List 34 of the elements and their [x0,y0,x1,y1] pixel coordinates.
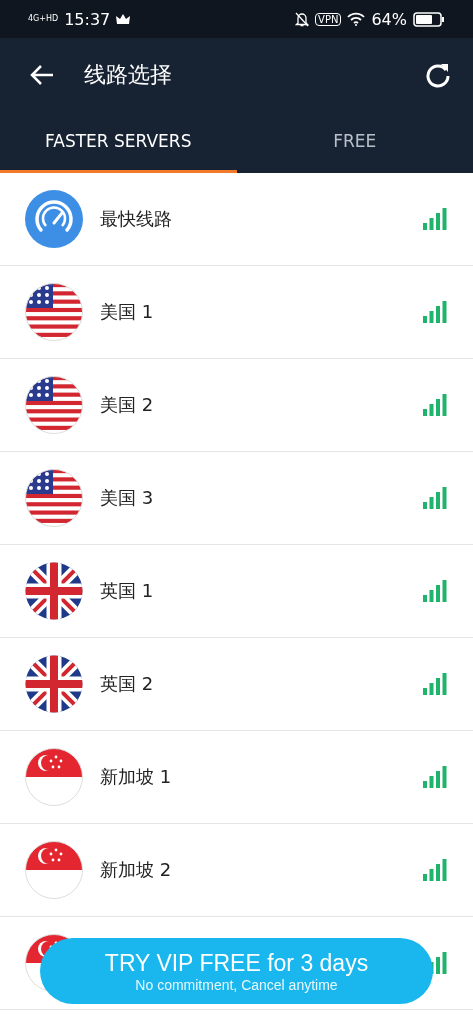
server-name: 美国 2 [100,393,155,417]
signal-bars-icon [423,580,447,602]
singapore-flag-icon [25,748,83,806]
signal-bars-icon [423,859,447,881]
server-name: 最快线路 [100,207,173,231]
server-name: 新加坡 1 [100,765,173,789]
singapore-flag-icon [25,841,83,899]
us-flag-icon [25,469,83,527]
signal-bars-icon [423,487,447,509]
signal-bars-icon [423,673,447,695]
refresh-icon[interactable] [425,62,451,88]
network-indicator: 4G+HD [28,15,59,23]
us-flag-icon [25,376,83,434]
signal-bars-icon [423,208,447,230]
battery-percent: 64% [371,9,407,29]
server-name: 美国 3 [100,486,155,510]
back-arrow-icon[interactable] [30,64,54,86]
us-flag-icon [25,283,83,341]
server-name: 英国 1 [100,579,155,603]
signal-bars-icon [423,766,447,788]
bell-off-icon [295,11,310,27]
server-name: 新加坡 2 [100,858,173,882]
server-name: 英国 2 [100,672,155,696]
vpn-indicator: VPN [315,12,342,26]
page-title: 线路选择 [84,61,173,89]
battery-icon [413,11,445,27]
wifi-icon [347,12,366,26]
crown-icon [116,13,131,25]
tab[interactable]: FREE [236,112,473,173]
clock-time: 15:37 [64,9,111,29]
signal-bars-icon [423,301,447,323]
signal-bars-icon [423,394,447,416]
speedometer-icon [25,190,83,248]
server-name: 美国 1 [100,300,155,324]
